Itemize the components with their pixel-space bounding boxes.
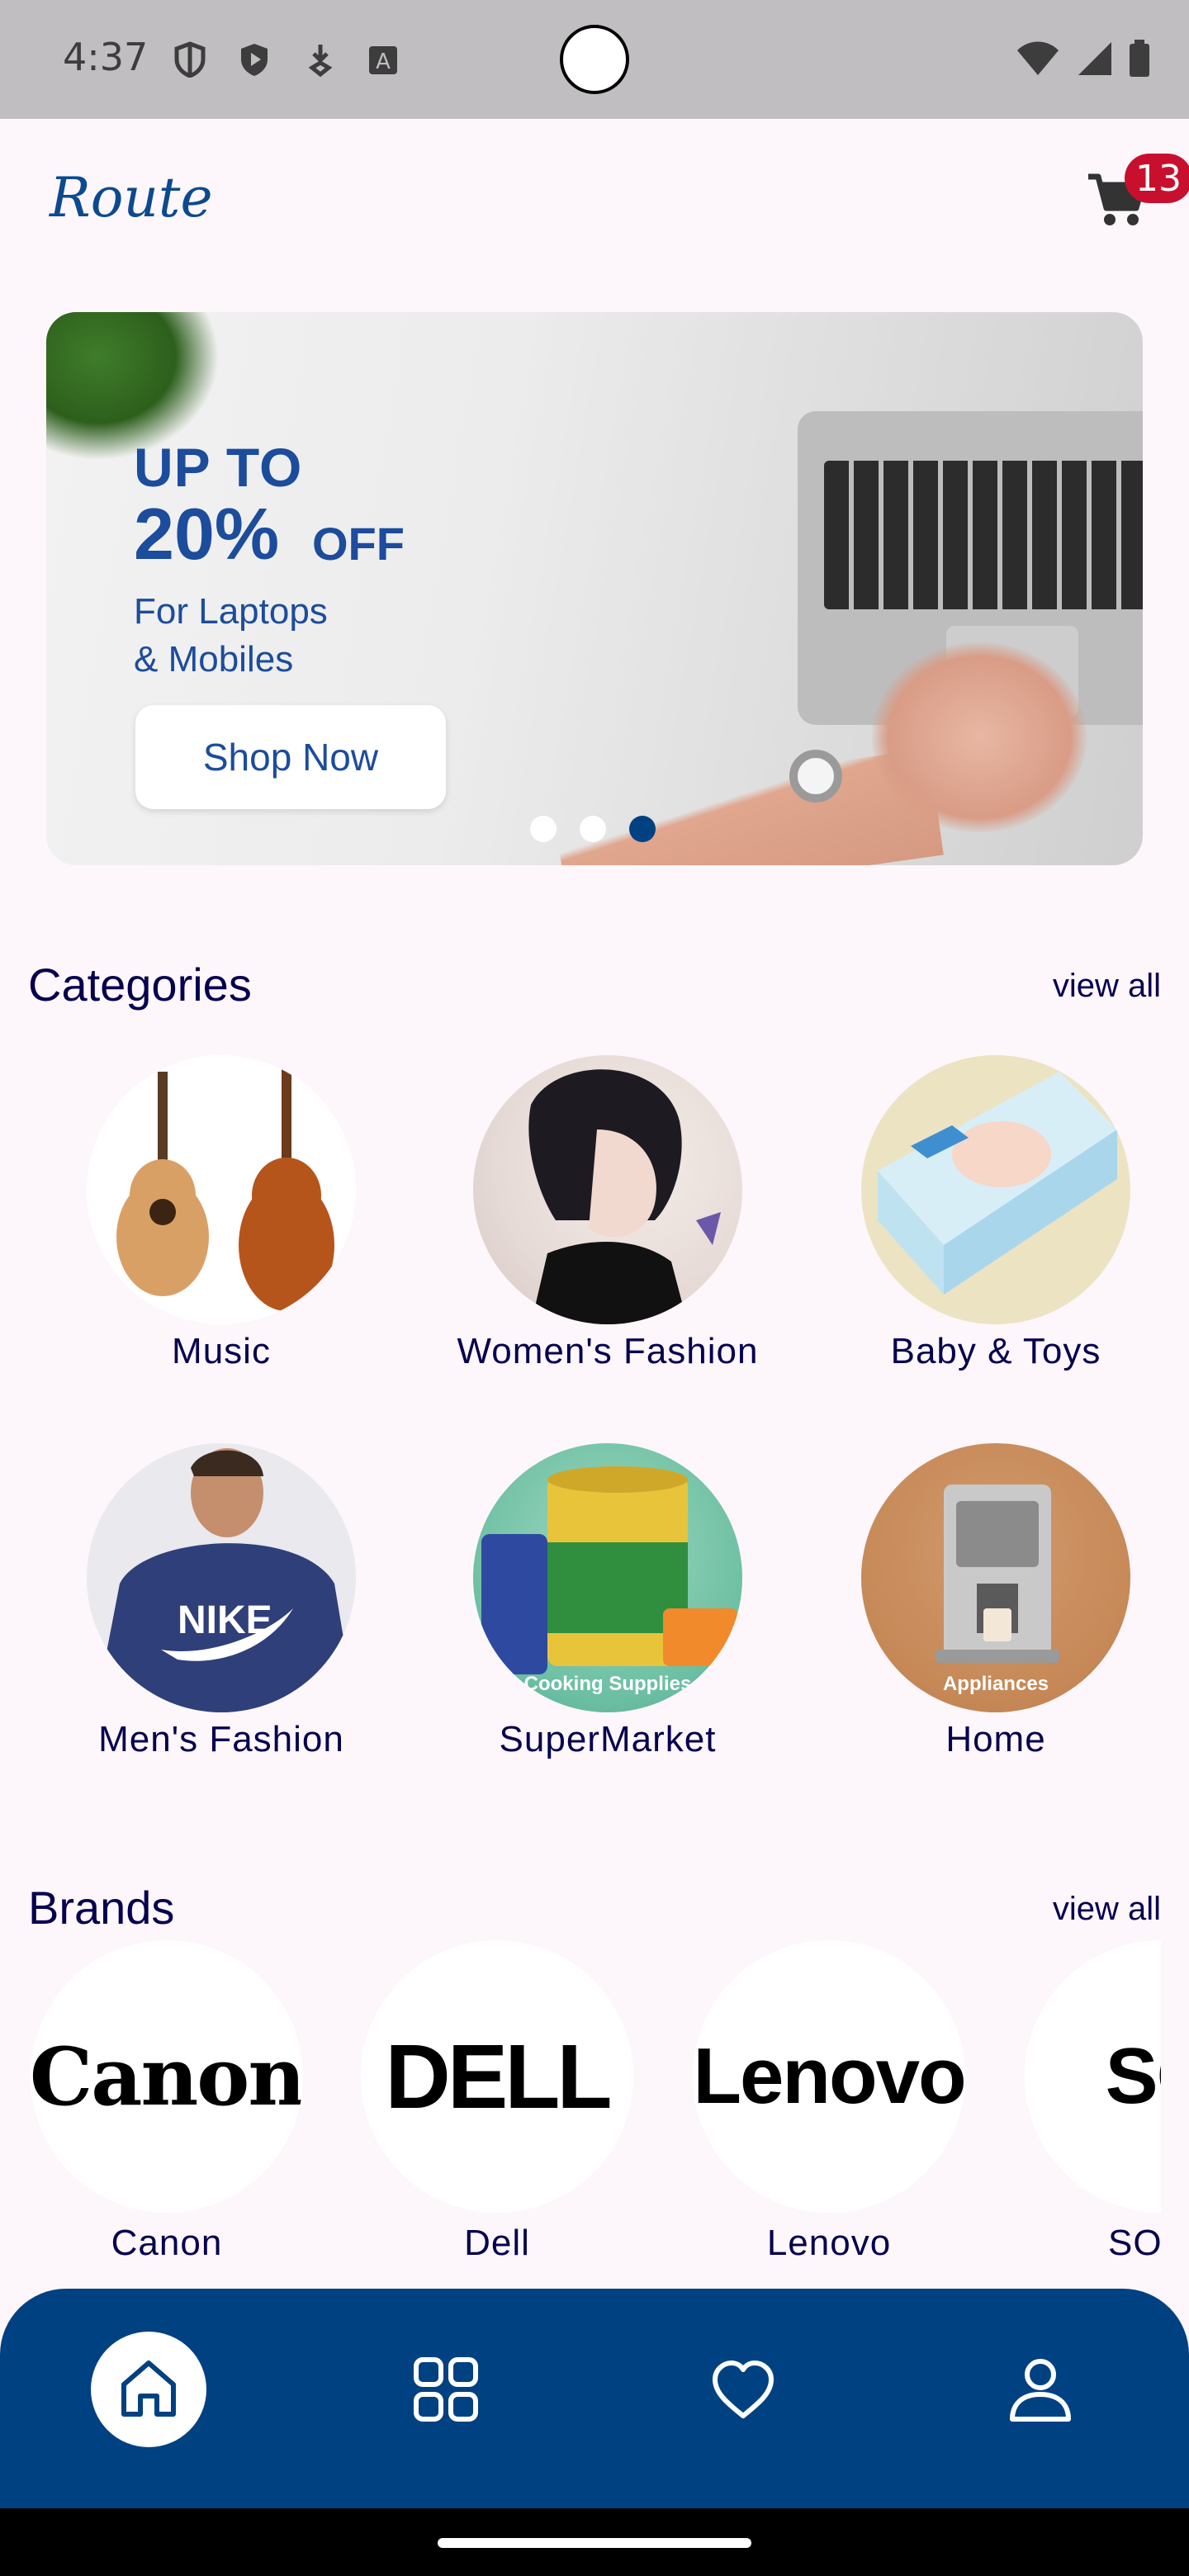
- so-logo: SO: [1025, 1940, 1161, 2213]
- svg-text:NIKE: NIKE: [178, 1598, 272, 1642]
- banner-off: OFF: [312, 518, 405, 570]
- category-home[interactable]: Appliances Home: [822, 1443, 1169, 1760]
- categories-title: Categories: [28, 959, 252, 1011]
- svg-text:Route: Route: [49, 166, 211, 230]
- brands-overflow: SO SO: [1021, 1940, 1161, 2287]
- music-image: [87, 1055, 356, 1324]
- banner-line1: UP TO: [134, 437, 303, 498]
- shield-icon: [174, 41, 206, 78]
- profile-icon[interactable]: [983, 2332, 1098, 2447]
- mens-fashion-image: NIKE: [87, 1443, 356, 1712]
- category-baby-toys[interactable]: Baby & Toys: [822, 1055, 1169, 1372]
- canon-logo: Canon: [31, 1940, 303, 2213]
- category-womens-fashion[interactable]: Women's Fashion: [434, 1055, 781, 1372]
- banner-subtitle-line2: & Mobiles: [134, 639, 294, 680]
- play-protect-icon: [241, 44, 268, 76]
- home-image: Appliances: [861, 1443, 1130, 1712]
- bottom-navigation: [0, 2289, 1189, 2508]
- wifi-icon: [1017, 41, 1059, 75]
- svg-text:A: A: [376, 50, 391, 74]
- gesture-bar-area: [0, 2508, 1189, 2576]
- carousel-dot-active[interactable]: [629, 816, 656, 842]
- dell-logo: DELL: [361, 1940, 633, 2213]
- categories-icon[interactable]: [388, 2332, 504, 2447]
- banner-subtitle: For Laptops & Mobiles: [134, 588, 328, 684]
- categories-view-all[interactable]: view all: [1053, 968, 1161, 1005]
- status-time: 4:37: [63, 35, 149, 79]
- brand-so[interactable]: SO SO: [1021, 1940, 1161, 2264]
- carousel-dot[interactable]: [580, 816, 606, 842]
- brands-title: Brands: [28, 1882, 175, 1934]
- carousel-dot[interactable]: [530, 816, 557, 842]
- brand-label: Lenovo: [766, 2223, 892, 2263]
- category-label: Baby & Toys: [890, 1331, 1101, 1371]
- brand-dell[interactable]: DELL Dell: [357, 1940, 637, 2264]
- route-logo: Route: [49, 166, 211, 230]
- home-caption: Appliances: [942, 1673, 1049, 1695]
- carousel-dots: [530, 816, 656, 842]
- hands-image: [872, 642, 1087, 832]
- brand-label: Canon: [111, 2223, 223, 2263]
- brand-label: SO: [1108, 2223, 1161, 2263]
- category-supermarket[interactable]: Cooking Supplies SuperMarket: [434, 1443, 781, 1760]
- brand-canon[interactable]: Canon Canon: [26, 1940, 307, 2264]
- category-music[interactable]: Music: [48, 1055, 395, 1372]
- home-icon[interactable]: [91, 2332, 206, 2447]
- home-gesture-handle[interactable]: [438, 2538, 751, 2548]
- promo-banner[interactable]: UP TO 20% OFF For Laptops & Mobiles Shop…: [46, 312, 1143, 865]
- wishlist-icon[interactable]: [685, 2332, 801, 2447]
- watch-image: [789, 750, 842, 803]
- signal-icon: [1078, 42, 1111, 75]
- battery-icon: [1130, 40, 1149, 77]
- cart-badge: 13: [1125, 154, 1189, 203]
- status-bar: 4:37 A: [0, 0, 1189, 119]
- banner-subtitle-line1: For Laptops: [134, 591, 328, 632]
- brands-view-all[interactable]: view all: [1053, 1891, 1161, 1928]
- camera-cutout: [560, 25, 629, 94]
- a-icon: A: [369, 46, 397, 74]
- category-label: Men's Fashion: [98, 1719, 344, 1759]
- brand-label: Dell: [464, 2223, 530, 2263]
- banner-percent: 20%: [134, 493, 280, 575]
- lenovo-logo: Lenovo: [693, 1940, 965, 2213]
- shop-now-button[interactable]: Shop Now: [135, 705, 446, 809]
- category-label: Women's Fashion: [457, 1331, 759, 1371]
- supermarket-image: Cooking Supplies: [473, 1443, 742, 1712]
- category-label: Music: [172, 1331, 271, 1371]
- baby-toys-image: [861, 1055, 1130, 1324]
- category-label: Home: [945, 1719, 1046, 1759]
- womens-fashion-image: [473, 1055, 742, 1324]
- category-mens-fashion[interactable]: NIKE Men's Fashion: [48, 1443, 395, 1760]
- download-icon: [308, 45, 333, 78]
- supermarket-caption: Cooking Supplies: [523, 1673, 692, 1695]
- brand-lenovo[interactable]: Lenovo Lenovo: [689, 1940, 969, 2264]
- category-label: SuperMarket: [499, 1719, 717, 1759]
